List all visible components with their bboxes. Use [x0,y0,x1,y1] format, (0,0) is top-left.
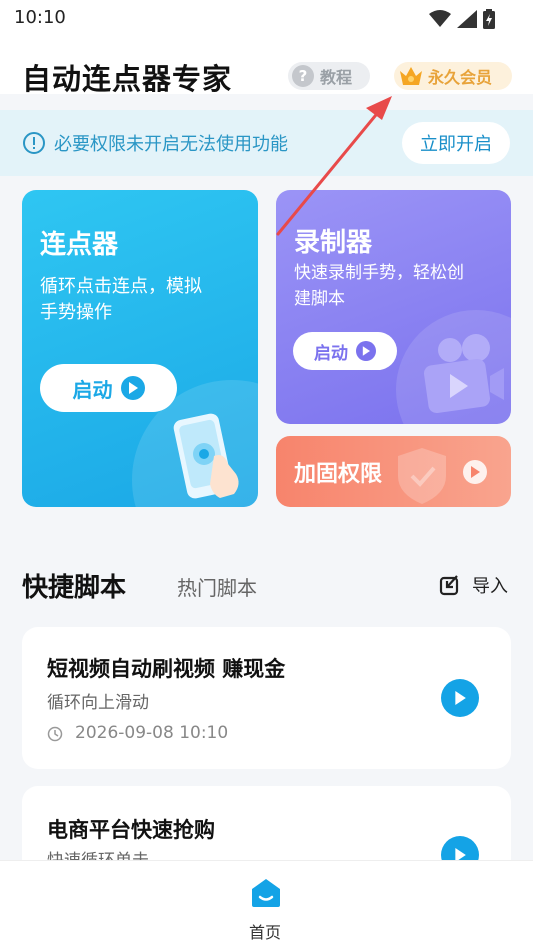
tab-quick-scripts[interactable]: 快捷脚本 [22,567,126,604]
status-icons [429,9,495,29]
clicker-start-button[interactable]: 启动 [40,364,177,412]
clock-icon [47,726,63,742]
clicker-desc-line2: 手势操作 [40,302,112,323]
crown-icon [400,67,422,85]
import-icon[interactable] [439,574,461,596]
script-play-button[interactable] [441,679,479,717]
play-icon [356,341,376,361]
permission-message: 必要权限未开启无法使用功能 [54,134,288,155]
wifi-icon [429,10,451,27]
script-subtitle: 循环向上滑动 [47,693,149,713]
info-icon [23,132,45,154]
clicker-card[interactable]: 连点器 循环点击连点，模拟 手势操作 启动 [22,190,258,507]
tutorial-label: 教程 [320,68,353,87]
home-icon[interactable] [250,877,282,909]
shield-icon [398,448,446,504]
recorder-title: 录制器 [294,228,373,258]
script-list-item[interactable]: 短视频自动刷视频 赚现金 循环向上滑动 2026-09-08 10:10 [22,627,511,769]
recorder-desc-line2: 建脚本 [294,289,345,309]
clicker-title: 连点器 [40,230,119,260]
import-button[interactable]: 导入 [472,572,508,598]
status-time: 10:10 [14,7,66,28]
vip-label: 永久会员 [428,68,493,87]
camera-illustration [423,334,504,414]
app-title: 自动连点器专家 [22,62,233,96]
bottom-nav: 首页 [0,860,533,948]
clicker-desc-line1: 循环点击连点，模拟 [40,276,202,297]
enable-permission-button[interactable]: 立即开启 [402,122,510,164]
reinforce-title: 加固权限 [294,462,383,487]
nav-home-label[interactable]: 首页 [249,919,281,943]
tab-hot-scripts[interactable]: 热门脚本 [177,572,257,601]
reinforce-permission-card[interactable]: 加固权限 [276,436,511,507]
play-icon [120,376,145,400]
phone-tap-illustration [173,413,239,499]
script-title: 短视频自动刷视频 赚现金 [47,657,286,681]
tutorial-button[interactable]: ? 教程 [288,62,370,90]
script-title: 电商平台快速抢购 [47,818,215,842]
status-bar: 10:10 [0,0,533,36]
recorder-desc-line1: 快速录制手势，轻松创 [294,263,464,283]
recorder-card[interactable]: 录制器 快速录制手势，轻松创 建脚本 启动 [276,190,511,424]
signal-icon [457,10,477,28]
battery-icon [483,9,495,29]
app-header: 自动连点器专家 ? 教程 永久会员 [0,36,533,96]
vip-button[interactable]: 永久会员 [394,62,512,90]
recorder-start-label: 启动 [314,343,348,364]
help-icon: ? [292,65,314,87]
recorder-start-button[interactable]: 启动 [293,332,397,370]
permission-banner: 必要权限未开启无法使用功能 立即开启 [0,110,533,176]
play-icon [463,460,487,484]
script-timestamp: 2026-09-08 10:10 [75,723,229,743]
play-icon [455,691,466,705]
clicker-start-label: 启动 [72,377,113,402]
